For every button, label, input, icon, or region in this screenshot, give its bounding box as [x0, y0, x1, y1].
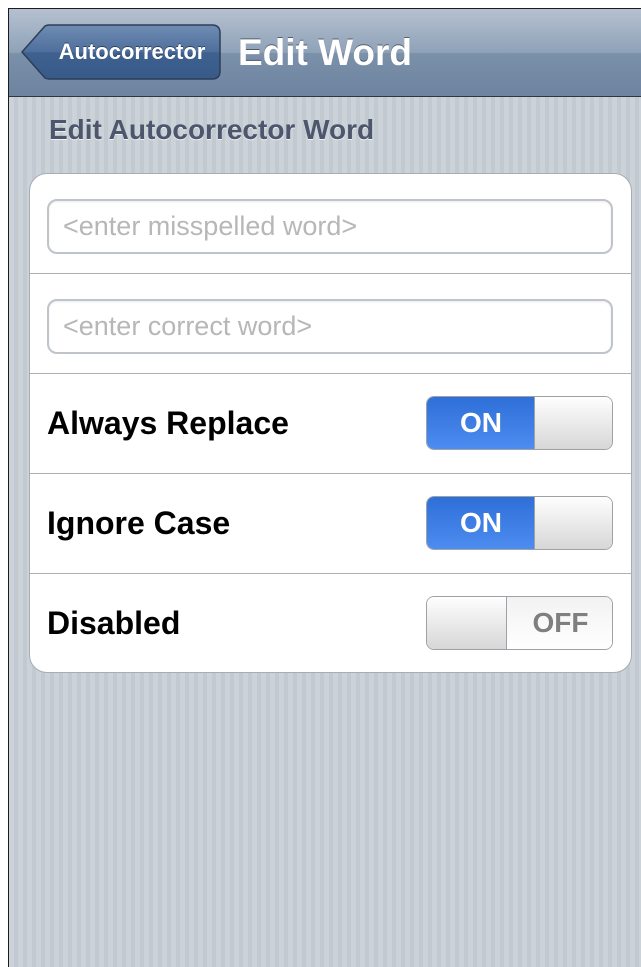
switch-off-text: OFF	[507, 597, 612, 649]
back-button-label: Autocorrector	[58, 39, 206, 64]
switch-on-text: ON	[427, 397, 535, 449]
navigation-bar: Autocorrector Edit Word	[9, 9, 641, 97]
disabled-label: Disabled	[47, 605, 181, 641]
misspelled-word-field	[47, 199, 613, 254]
always-replace-switch[interactable]: ON	[426, 396, 613, 450]
settings-group: Always Replace ON Ignore Case ON Disable…	[29, 173, 632, 673]
section-header: Edit Autocorrector Word	[49, 114, 375, 145]
disabled-row: Disabled OFF	[30, 574, 631, 672]
always-replace-row: Always Replace ON	[30, 374, 631, 474]
ignore-case-switch[interactable]: ON	[426, 496, 613, 550]
ignore-case-label: Ignore Case	[47, 505, 231, 541]
switch-on-text: ON	[427, 497, 535, 549]
correct-word-field	[47, 299, 613, 354]
correct-word-input[interactable]	[49, 301, 611, 352]
disabled-switch[interactable]: OFF	[426, 596, 613, 650]
switch-knob	[534, 397, 612, 449]
always-replace-label: Always Replace	[47, 405, 289, 441]
misspelled-word-input[interactable]	[49, 201, 611, 252]
ignore-case-row: Ignore Case ON	[30, 474, 631, 574]
page-title: Edit Word	[238, 32, 413, 73]
switch-knob	[534, 497, 612, 549]
correct-word-cell	[30, 274, 631, 374]
app-screen: Autocorrector Edit Word Edit Autocorrect…	[8, 8, 641, 967]
back-button[interactable]: Autocorrector	[21, 24, 221, 80]
misspelled-word-cell	[30, 174, 631, 274]
switch-knob	[427, 597, 507, 649]
